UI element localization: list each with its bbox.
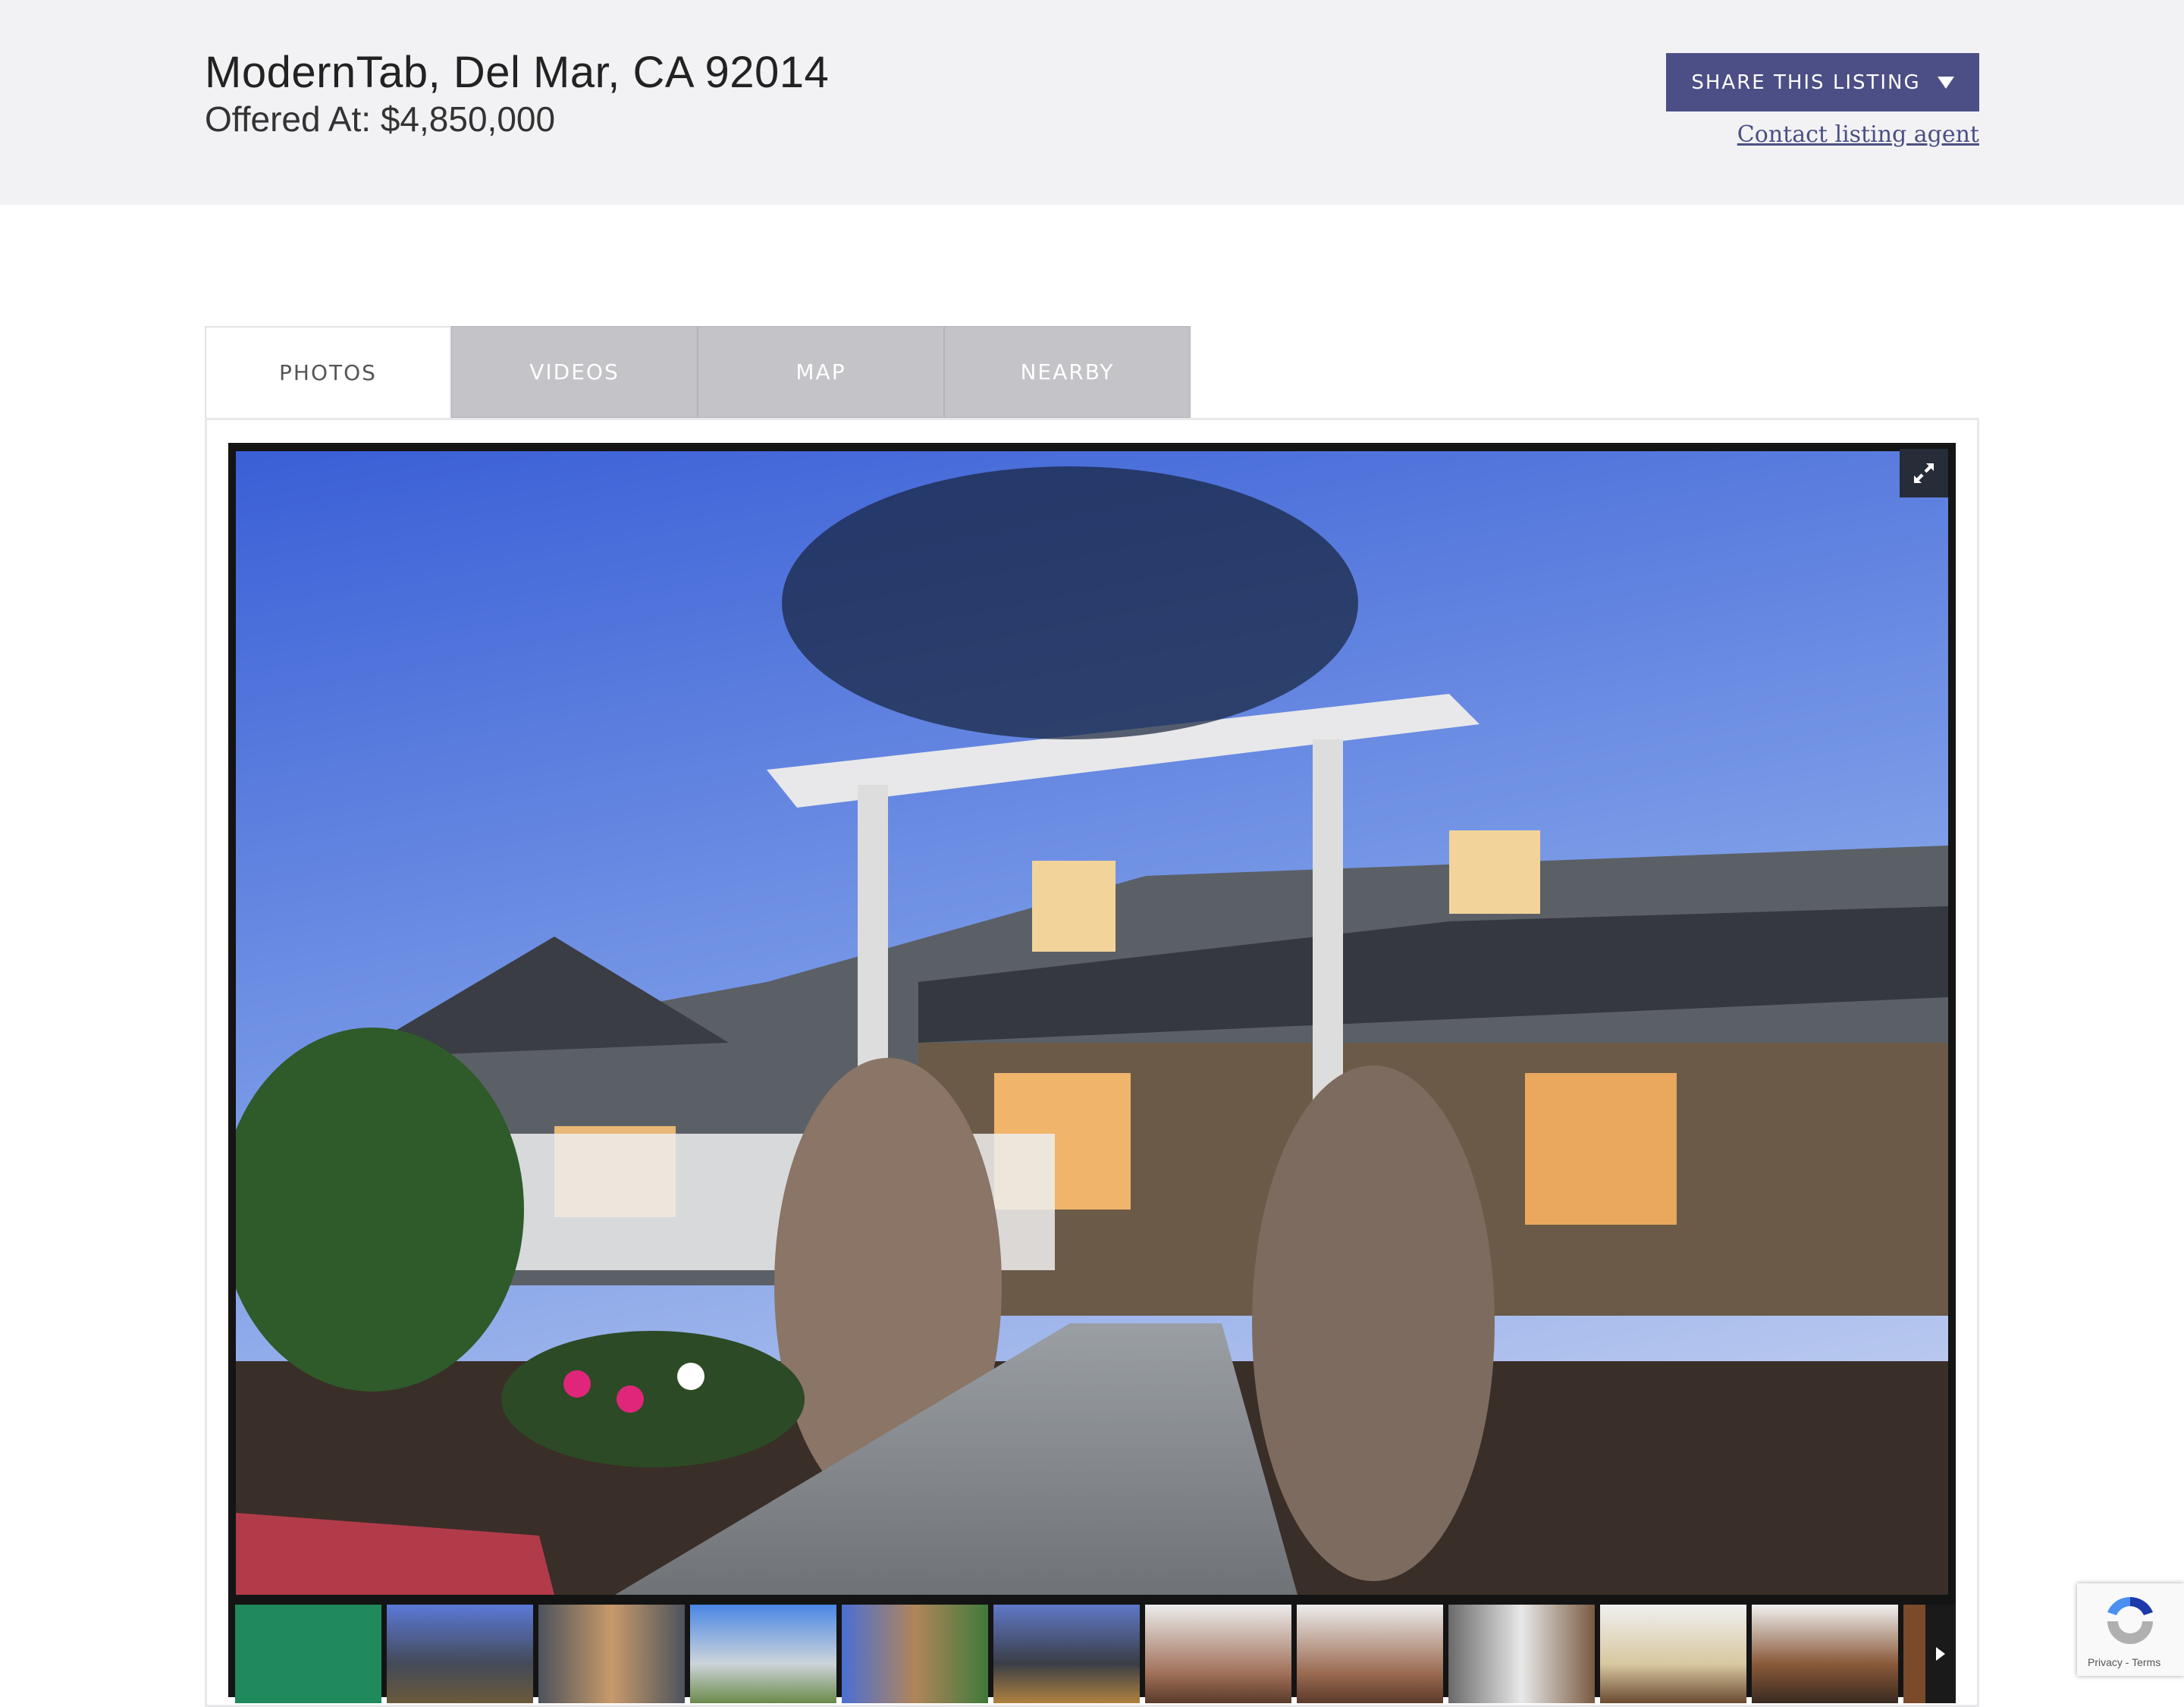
- thumbnail[interactable]: [842, 1605, 988, 1703]
- share-listing-button[interactable]: SHARE THIS LISTING: [1666, 53, 1979, 111]
- fullscreen-button[interactable]: [1900, 449, 1948, 497]
- tab-photos[interactable]: PHOTOS: [205, 326, 451, 418]
- thumbnail[interactable]: [1600, 1605, 1746, 1703]
- caret-down-icon: [1937, 76, 1954, 89]
- tab-map[interactable]: MAP: [698, 326, 944, 418]
- expand-arrows-icon: [1914, 463, 1934, 483]
- photo-gallery: [228, 443, 1956, 1703]
- media-tabs: PHOTOS VIDEOS MAP NEARBY: [205, 326, 1191, 418]
- thumbnail[interactable]: [1752, 1605, 1898, 1703]
- thumbnails-next-button[interactable]: [1925, 1605, 1956, 1703]
- tab-nearby[interactable]: NEARBY: [944, 326, 1191, 418]
- thumbnail[interactable]: [387, 1605, 533, 1703]
- thumbnail[interactable]: [993, 1605, 1140, 1703]
- recaptcha-badge[interactable]: Privacy - Terms: [2077, 1583, 2184, 1676]
- thumbnail-strip: [235, 1605, 1926, 1703]
- listing-price: Offered At: $4,850,000: [205, 99, 556, 139]
- recaptcha-logo-icon: [2107, 1596, 2153, 1644]
- contact-agent-link[interactable]: Contact listing agent: [1737, 121, 1979, 148]
- main-photo[interactable]: [236, 451, 1948, 1595]
- thumbnail[interactable]: [538, 1605, 685, 1703]
- thumbnail[interactable]: [1448, 1605, 1595, 1703]
- share-label: SHARE THIS LISTING: [1691, 71, 1921, 94]
- thumbnail[interactable]: [1145, 1605, 1291, 1703]
- listing-title: ModernTab, Del Mar, CA 92014: [205, 48, 830, 97]
- thumbnail[interactable]: [235, 1605, 381, 1703]
- thumbnail[interactable]: [690, 1605, 836, 1703]
- listing-header: ModernTab, Del Mar, CA 92014 Offered At:…: [0, 0, 2184, 205]
- thumbnail[interactable]: [1903, 1605, 1926, 1703]
- tab-videos[interactable]: VIDEOS: [451, 326, 698, 418]
- chevron-right-icon: [1936, 1647, 1945, 1661]
- recaptcha-links[interactable]: Privacy - Terms: [2088, 1656, 2160, 1668]
- thumbnail[interactable]: [1297, 1605, 1443, 1703]
